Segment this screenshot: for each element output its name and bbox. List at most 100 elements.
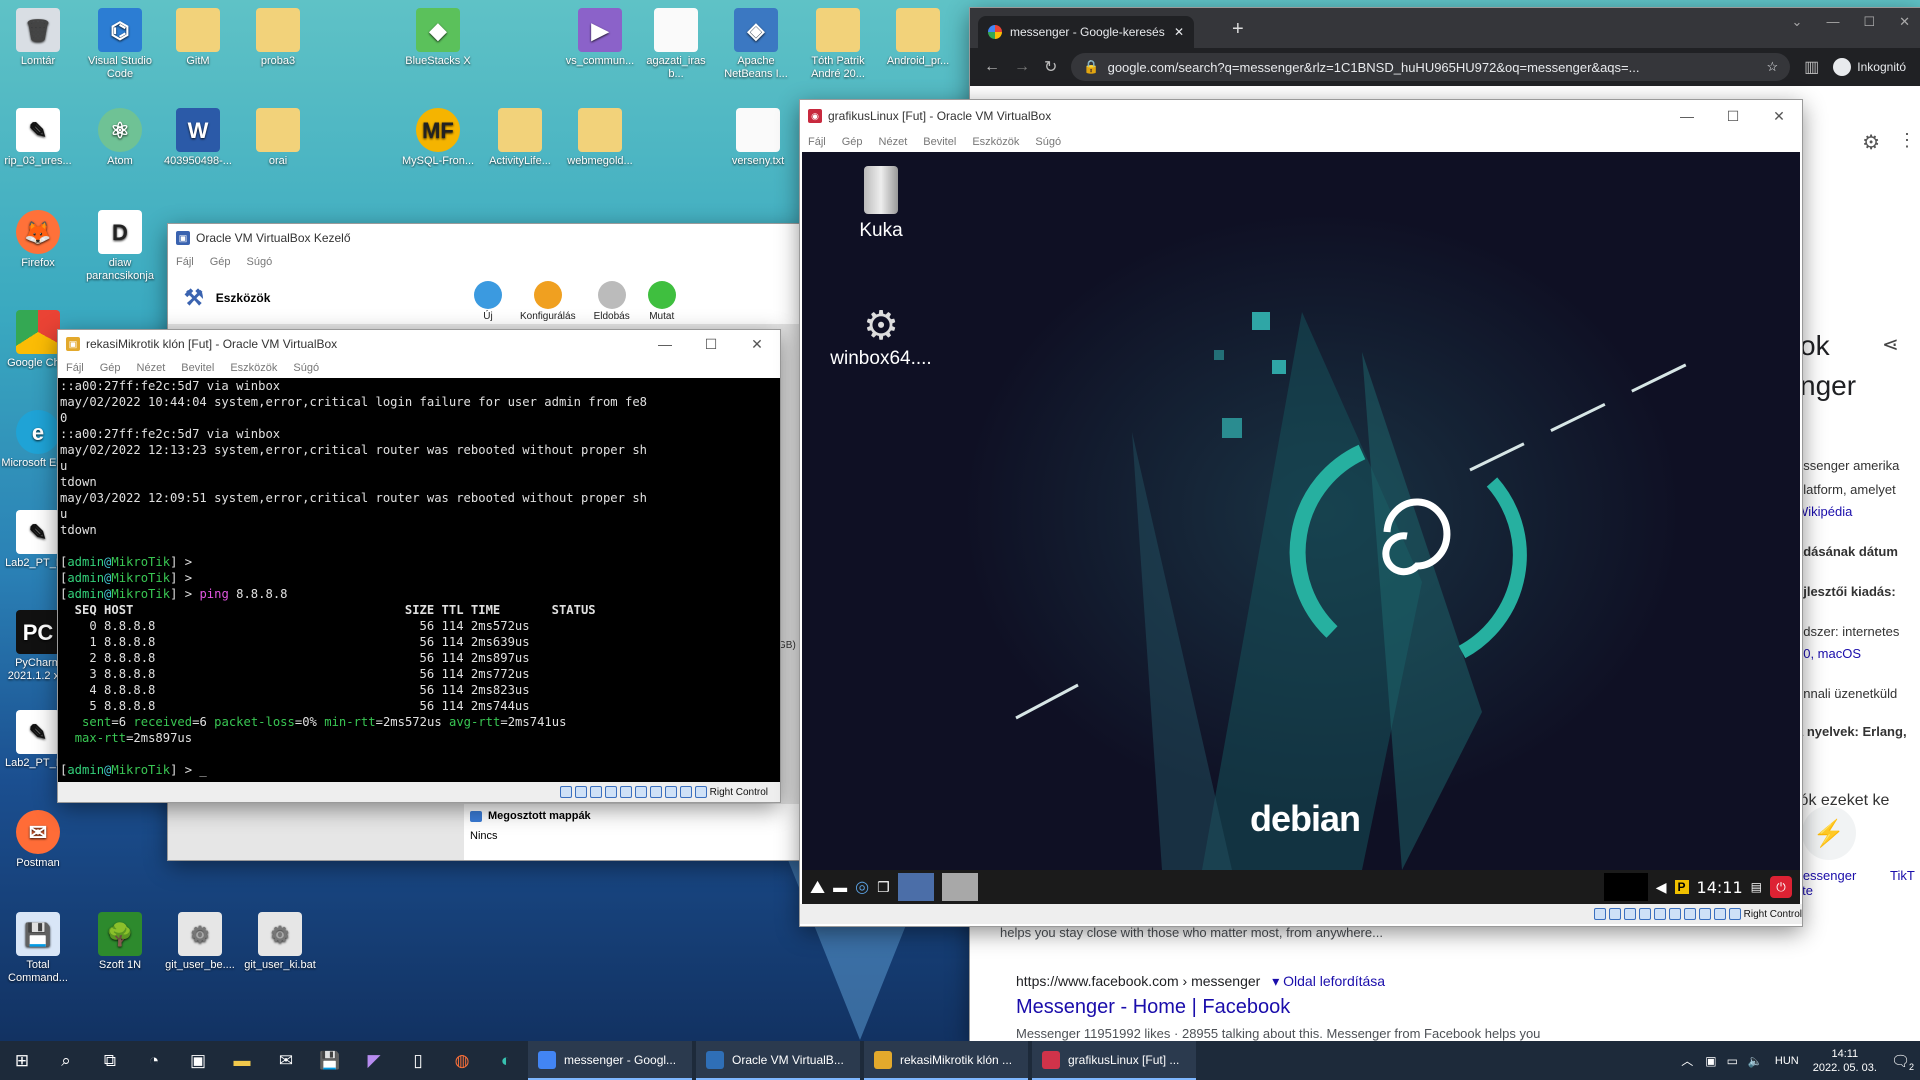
search-icon[interactable]: ⌕: [44, 1041, 88, 1080]
notepad-icon[interactable]: ▯: [396, 1041, 440, 1080]
settings-gear-icon[interactable]: ⚙: [1862, 130, 1880, 155]
menu-machine[interactable]: Gép: [210, 256, 231, 268]
desktop-icon[interactable]: ◈ Apache NetBeans I...: [718, 8, 794, 81]
volume-icon[interactable]: ◀: [1656, 879, 1667, 896]
recording-status-icon[interactable]: [664, 786, 677, 798]
vbox-tools-pane[interactable]: ⚒ Eszközök: [168, 272, 464, 324]
start-button[interactable]: ⊞: [0, 1041, 44, 1080]
tab-close-icon[interactable]: ✕: [1174, 25, 1184, 39]
language-indicator[interactable]: HUN: [1775, 1055, 1799, 1067]
display-status-icon[interactable]: [649, 786, 662, 798]
result-url[interactable]: https://www.facebook.com › messenger ▾ O…: [1016, 973, 1385, 990]
menu-icon[interactable]: ⛰: [810, 877, 825, 898]
toolbar-konfigurálás-button[interactable]: Konfigurálás: [516, 281, 580, 322]
desktop-icon[interactable]: 🦊 Firefox: [0, 210, 76, 270]
menu-item[interactable]: Fájl: [66, 362, 84, 374]
toolbar-új-button[interactable]: Új: [470, 281, 506, 322]
chrome-tab[interactable]: messenger - Google-keresés ✕: [978, 16, 1194, 48]
hdd-status-icon[interactable]: [1593, 908, 1606, 920]
workspace-1[interactable]: [897, 873, 934, 901]
desktop-icon[interactable]: GitM: [160, 8, 236, 68]
debian-screen[interactable]: Kuka ⚙ winbox64.... debian: [802, 152, 1800, 870]
network-tray-icon[interactable]: ▤: [1751, 880, 1762, 894]
back-icon[interactable]: ←: [984, 58, 1000, 76]
total-commander-icon[interactable]: 💾: [308, 1041, 352, 1080]
desktop-icon[interactable]: ✉ Postman: [0, 810, 76, 870]
file-manager-icon[interactable]: ▬: [833, 879, 847, 895]
shared-folder-status-icon[interactable]: [634, 786, 647, 798]
volume-icon[interactable]: 🔈: [1748, 1054, 1763, 1068]
recording-status-icon[interactable]: [1698, 908, 1711, 920]
explorer-icon[interactable]: ▬: [220, 1041, 264, 1080]
desktop-icon[interactable]: ⌬ Visual Studio Code: [82, 8, 158, 81]
tiktok-card[interactable]: TikT: [1890, 868, 1915, 883]
incognito-badge[interactable]: Inkognitó: [1833, 58, 1906, 76]
winbox-desktop-icon[interactable]: ⚙ winbox64....: [816, 304, 946, 370]
taskbar-app-button[interactable]: rekasiMikrotik klón ...: [864, 1041, 1028, 1080]
debian-titlebar[interactable]: ◉ grafikusLinux [Fut] - Oracle VM Virtua…: [800, 100, 1802, 132]
taskbar-app-button[interactable]: Oracle VM VirtualB...: [696, 1041, 860, 1080]
desktop-switch-icon[interactable]: ❐: [877, 879, 890, 896]
translate-link[interactable]: ▾ Oldal lefordítása: [1272, 973, 1385, 989]
messenger-lite-card[interactable]: ⚡ Messenger Lite: [1792, 806, 1862, 898]
notification-center-icon[interactable]: 🗨 2: [1891, 1052, 1914, 1072]
firefox-icon[interactable]: ◍: [440, 1041, 484, 1080]
desktop-icon[interactable]: ActivityLife...: [482, 108, 558, 168]
minimize-button[interactable]: —: [642, 330, 688, 358]
power-icon[interactable]: ⏻: [1770, 876, 1792, 898]
forward-icon[interactable]: →: [1014, 58, 1030, 76]
minimize-button[interactable]: —: [1664, 102, 1710, 130]
network-icon[interactable]: ▭: [1727, 1054, 1738, 1068]
mouse-integration-icon[interactable]: [679, 786, 692, 798]
tray-app-icon[interactable]: ▣: [1705, 1054, 1716, 1068]
desktop-icon[interactable]: 💾 Total Command...: [0, 912, 76, 985]
visual-studio-icon[interactable]: ◤: [352, 1041, 396, 1080]
hdd-status-icon[interactable]: [559, 786, 572, 798]
split-view-icon[interactable]: ▥: [1804, 57, 1819, 77]
tray-p-icon[interactable]: P: [1674, 880, 1689, 894]
desktop-icon[interactable]: Android_pr...: [880, 8, 956, 68]
close-button[interactable]: ✕: [1756, 102, 1802, 130]
vbox-manager-titlebar[interactable]: ▣ Oracle VM VirtualBox Kezelő: [168, 224, 804, 252]
menu-item[interactable]: Súgó: [1035, 136, 1061, 148]
desktop-icon[interactable]: orai: [240, 108, 316, 168]
mikrotik-titlebar[interactable]: ▣ rekasiMikrotik klón [Fut] - Oracle VM …: [58, 330, 780, 358]
desktop-icon[interactable]: ⚛ Atom: [82, 108, 158, 168]
chrome-close-button[interactable]: ✕: [1899, 14, 1910, 30]
desktop-icon[interactable]: ◆ BlueStacks X: [400, 8, 476, 68]
chromium-icon[interactable]: ◔: [132, 1041, 176, 1080]
menu-item[interactable]: Gép: [842, 136, 863, 148]
desktop-icon[interactable]: ✎ rip_03_ures...: [0, 108, 76, 168]
toolbar-mutat-button[interactable]: Mutat: [644, 281, 680, 322]
optical-status-icon[interactable]: [574, 786, 587, 798]
mail-icon[interactable]: ✉: [264, 1041, 308, 1080]
taskbar-app-button[interactable]: messenger - Googl...: [528, 1041, 692, 1080]
maximize-button[interactable]: ☐: [688, 330, 734, 358]
menu-item[interactable]: Fájl: [808, 136, 826, 148]
desktop-icon[interactable]: webmegold...: [562, 108, 638, 168]
audio-status-icon[interactable]: [1623, 908, 1636, 920]
task-view-icon[interactable]: ⧉: [88, 1041, 132, 1080]
desktop-icon[interactable]: MF MySQL-Fron...: [400, 108, 476, 168]
menu-item[interactable]: Eszközök: [230, 362, 277, 374]
usb-status-icon[interactable]: [619, 786, 632, 798]
address-bar[interactable]: 🔒 google.com/search?q=messenger&rlz=1C1B…: [1071, 53, 1791, 81]
desktop-icon[interactable]: 🗑 Lomtár: [0, 8, 76, 68]
audio-status-icon[interactable]: [589, 786, 602, 798]
chrome-tab-search-icon[interactable]: ⌄: [1792, 14, 1803, 30]
mouse-integration-icon[interactable]: [1713, 908, 1726, 920]
usb-status-icon[interactable]: [1653, 908, 1666, 920]
desktop-icon[interactable]: verseny.txt: [720, 108, 796, 168]
desktop-icon[interactable]: ⚙ git_user_ki.bat: [242, 912, 318, 972]
chrome-maximize-button[interactable]: ☐: [1863, 14, 1875, 30]
taskbar-app-button[interactable]: grafikusLinux [Fut] ...: [1032, 1041, 1196, 1080]
shared-folder-status-icon[interactable]: [1668, 908, 1681, 920]
reload-icon[interactable]: ↻: [1044, 57, 1057, 77]
star-icon[interactable]: ☆: [1767, 59, 1779, 75]
menu-item[interactable]: Bevitel: [923, 136, 956, 148]
menu-item[interactable]: Bevitel: [181, 362, 214, 374]
menu-item[interactable]: Nézet: [137, 362, 166, 374]
browser-icon[interactable]: ◎: [855, 877, 869, 897]
apps-grid-icon[interactable]: ⋮: [1898, 130, 1916, 151]
menu-item[interactable]: Eszközök: [972, 136, 1019, 148]
